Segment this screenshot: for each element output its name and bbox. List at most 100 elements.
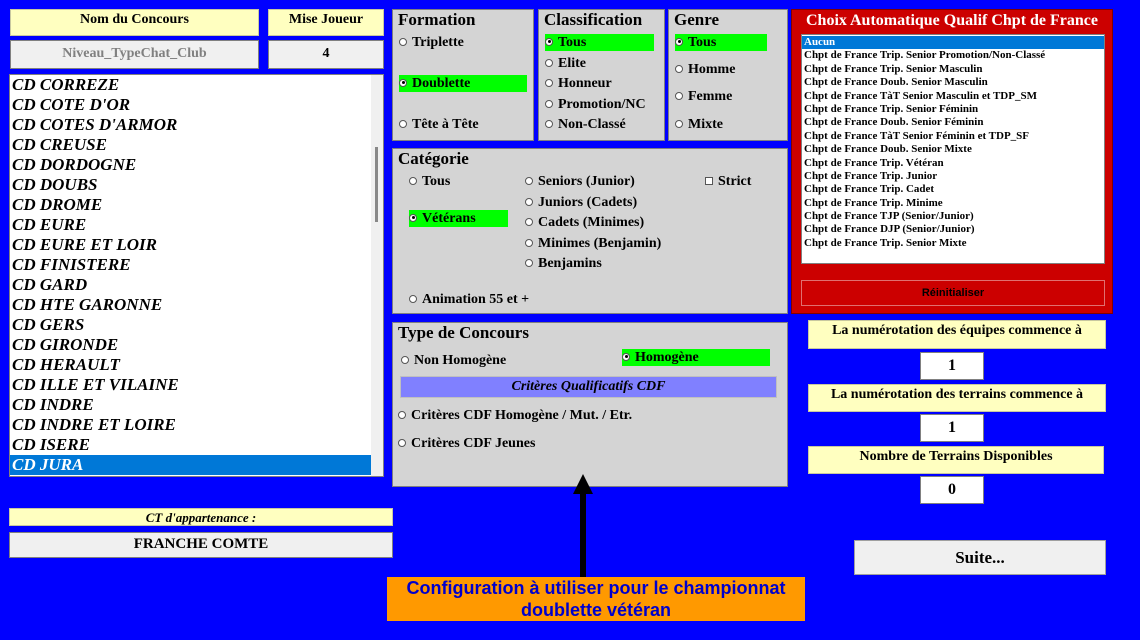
strict-checkbox[interactable]: Strict xyxy=(705,173,751,190)
classification-option-tous[interactable]: Tous xyxy=(545,34,654,51)
genre-option-tous[interactable]: Tous xyxy=(675,34,767,51)
reinitialiser-button[interactable]: Réinitialiser xyxy=(801,280,1105,306)
cd-list-item[interactable]: CD GERS xyxy=(10,315,372,335)
qualif-list-item[interactable]: Aucun xyxy=(802,36,1104,50)
annotation-box: Configuration à utiliser pour le champio… xyxy=(387,577,805,621)
cd-list-item[interactable]: CD GARD xyxy=(10,275,372,295)
cd-list-item[interactable]: CD INDRE ET LOIRE xyxy=(10,415,372,435)
categorie-option-cadets[interactable]: Cadets (Minimes) xyxy=(525,214,644,231)
radio-selected-icon xyxy=(409,213,417,222)
classification-option-non-classe[interactable]: Non-Classé xyxy=(545,116,626,133)
criteres-cdf-jeunes-option[interactable]: Critères CDF Jeunes xyxy=(398,435,535,452)
radio-icon xyxy=(525,197,533,206)
classification-option-elite[interactable]: Elite xyxy=(545,55,586,72)
genre-option-femme[interactable]: Femme xyxy=(675,88,732,105)
classification-option-honneur[interactable]: Honneur xyxy=(545,75,612,92)
formation-option-doublette[interactable]: Doublette xyxy=(399,75,527,92)
ct-label: CT d'appartenance : xyxy=(9,508,393,526)
categorie-panel: Catégorie Tous Vétérans Animation 55 et … xyxy=(392,148,788,314)
qualif-list-item[interactable]: Chpt de France DJP (Senior/Junior) xyxy=(802,223,1104,236)
radio-icon xyxy=(675,91,683,100)
terrains-start-field[interactable]: 1 xyxy=(920,414,984,442)
cd-list-scrollbar[interactable] xyxy=(371,75,383,476)
cd-list-item[interactable]: CD INDRE xyxy=(10,395,372,415)
qualif-list-item[interactable]: Chpt de France Trip. Vétéran xyxy=(802,157,1104,170)
genre-title: Genre xyxy=(674,10,720,29)
classification-title: Classification xyxy=(544,10,643,29)
genre-option-homme[interactable]: Homme xyxy=(675,61,735,78)
cd-list-scroll-thumb[interactable] xyxy=(375,147,378,222)
cd-list-item[interactable]: CD FINISTERE xyxy=(10,255,372,275)
type-option-homogene[interactable]: Homogène xyxy=(622,349,770,366)
cd-list-item[interactable]: CD ISERE xyxy=(10,435,372,455)
mise-joueur-field[interactable]: 4 xyxy=(268,40,384,69)
genre-option-mixte[interactable]: Mixte xyxy=(675,116,723,133)
qualif-list-item[interactable]: Chpt de France Doub. Senior Mixte xyxy=(802,143,1104,156)
suite-button[interactable]: Suite... xyxy=(854,540,1106,575)
categorie-option-seniors[interactable]: Seniors (Junior) xyxy=(525,173,635,190)
formation-panel: Formation Triplette Doublette Tête à Têt… xyxy=(392,9,534,141)
cd-list-item[interactable]: CD GIRONDE xyxy=(10,335,372,355)
radio-icon xyxy=(675,64,683,73)
qualif-list-item[interactable]: Chpt de France Trip. Cadet xyxy=(802,183,1104,196)
categorie-option-minimes[interactable]: Minimes (Benjamin) xyxy=(525,235,661,252)
radio-selected-icon xyxy=(622,352,630,361)
radio-icon xyxy=(675,119,683,128)
radio-icon xyxy=(399,37,407,46)
cd-list-item[interactable]: CD CORREZE xyxy=(10,75,372,95)
arrow-up-icon xyxy=(573,474,593,578)
cd-list-item[interactable]: CD DROME xyxy=(10,195,372,215)
classification-panel: Classification Tous Elite Honneur Promot… xyxy=(538,9,665,141)
qualif-list-item[interactable]: Chpt de France Trip. Senior Masculin xyxy=(802,63,1104,76)
qualif-list-item[interactable]: Chpt de France TJP (Senior/Junior) xyxy=(802,210,1104,223)
radio-icon xyxy=(525,176,533,185)
categorie-option-animation[interactable]: Animation 55 et + xyxy=(409,291,529,308)
cd-list-item[interactable]: CD HERAULT xyxy=(10,355,372,375)
qualif-list-item[interactable]: Chpt de France TàT Senior Féminin et TDP… xyxy=(802,130,1104,143)
cd-list-item[interactable]: CD ILLE ET VILAINE xyxy=(10,375,372,395)
equipes-start-field[interactable]: 1 xyxy=(920,352,984,380)
categorie-option-benjamins[interactable]: Benjamins xyxy=(525,255,602,272)
qualif-list-item[interactable]: Chpt de France Trip. Junior xyxy=(802,170,1104,183)
categorie-option-tous[interactable]: Tous xyxy=(409,173,450,190)
radio-icon xyxy=(398,438,406,447)
qualif-list-item[interactable]: Chpt de France Doub. Senior Féminin xyxy=(802,116,1104,129)
cd-list-item[interactable]: CD COTES D'ARMOR xyxy=(10,115,372,135)
radio-icon xyxy=(525,238,533,247)
type-option-non-homogene[interactable]: Non Homogène xyxy=(401,352,506,369)
genre-panel: Genre Tous Homme Femme Mixte xyxy=(668,9,788,141)
terrains-numbering-label: La numérotation des terrains commence à xyxy=(808,384,1106,412)
qualif-panel: Choix Automatique Qualif Chpt de France … xyxy=(791,9,1113,314)
cd-list-item[interactable]: CD HTE GARONNE xyxy=(10,295,372,315)
qualif-list-item[interactable]: Chpt de France Trip. Minime xyxy=(802,197,1104,210)
cd-list-item[interactable]: CD DOUBS xyxy=(10,175,372,195)
cd-list-item[interactable]: CD DORDOGNE xyxy=(10,155,372,175)
cd-list-item[interactable]: CD CREUSE xyxy=(10,135,372,155)
categorie-option-veterans[interactable]: Vétérans xyxy=(409,210,508,227)
cd-list[interactable]: CD CORREZE CD COTE D'OR CD COTES D'ARMOR CD… xyxy=(9,74,384,477)
qualif-list-item[interactable]: Chpt de France Trip. Senior Mixte xyxy=(802,237,1104,250)
formation-option-triplette[interactable]: Triplette xyxy=(399,34,464,51)
qualif-list-item[interactable]: Chpt de France Doub. Senior Masculin xyxy=(802,76,1104,89)
radio-selected-icon xyxy=(399,78,407,87)
radio-icon xyxy=(401,355,409,364)
formation-option-tete-a-tete[interactable]: Tête à Tête xyxy=(399,116,479,133)
cd-list-item[interactable]: CD EURE xyxy=(10,215,372,235)
cd-list-item[interactable]: CD JURA xyxy=(10,455,372,475)
criteres-cdf-header: Critères Qualificatifs CDF xyxy=(400,376,777,398)
categorie-title: Catégorie xyxy=(398,149,469,168)
cd-list-item[interactable]: CD EURE ET LOIR xyxy=(10,235,372,255)
categorie-option-juniors[interactable]: Juniors (Cadets) xyxy=(525,194,637,211)
qualif-list-item[interactable]: Chpt de France Trip. Senior Promotion/No… xyxy=(802,49,1104,62)
radio-icon xyxy=(545,99,553,108)
concours-name-label: Nom du Concours xyxy=(10,9,259,36)
classification-option-promotion[interactable]: Promotion/NC xyxy=(545,96,646,113)
nb-terrains-field[interactable]: 0 xyxy=(920,476,984,504)
concours-name-field[interactable]: Niveau_TypeChat_Club xyxy=(10,40,259,69)
qualif-list-item[interactable]: Chpt de France Trip. Senior Féminin xyxy=(802,103,1104,116)
qualif-list-item[interactable]: Chpt de France TàT Senior Masculin et TD… xyxy=(802,90,1104,103)
qualif-list[interactable]: Aucun Chpt de France Trip. Senior Promoti… xyxy=(801,34,1105,264)
cd-list-item[interactable]: CD COTE D'OR xyxy=(10,95,372,115)
radio-icon xyxy=(398,410,406,419)
criteres-cdf-homogene-option[interactable]: Critères CDF Homogène / Mut. / Etr. xyxy=(398,407,632,424)
